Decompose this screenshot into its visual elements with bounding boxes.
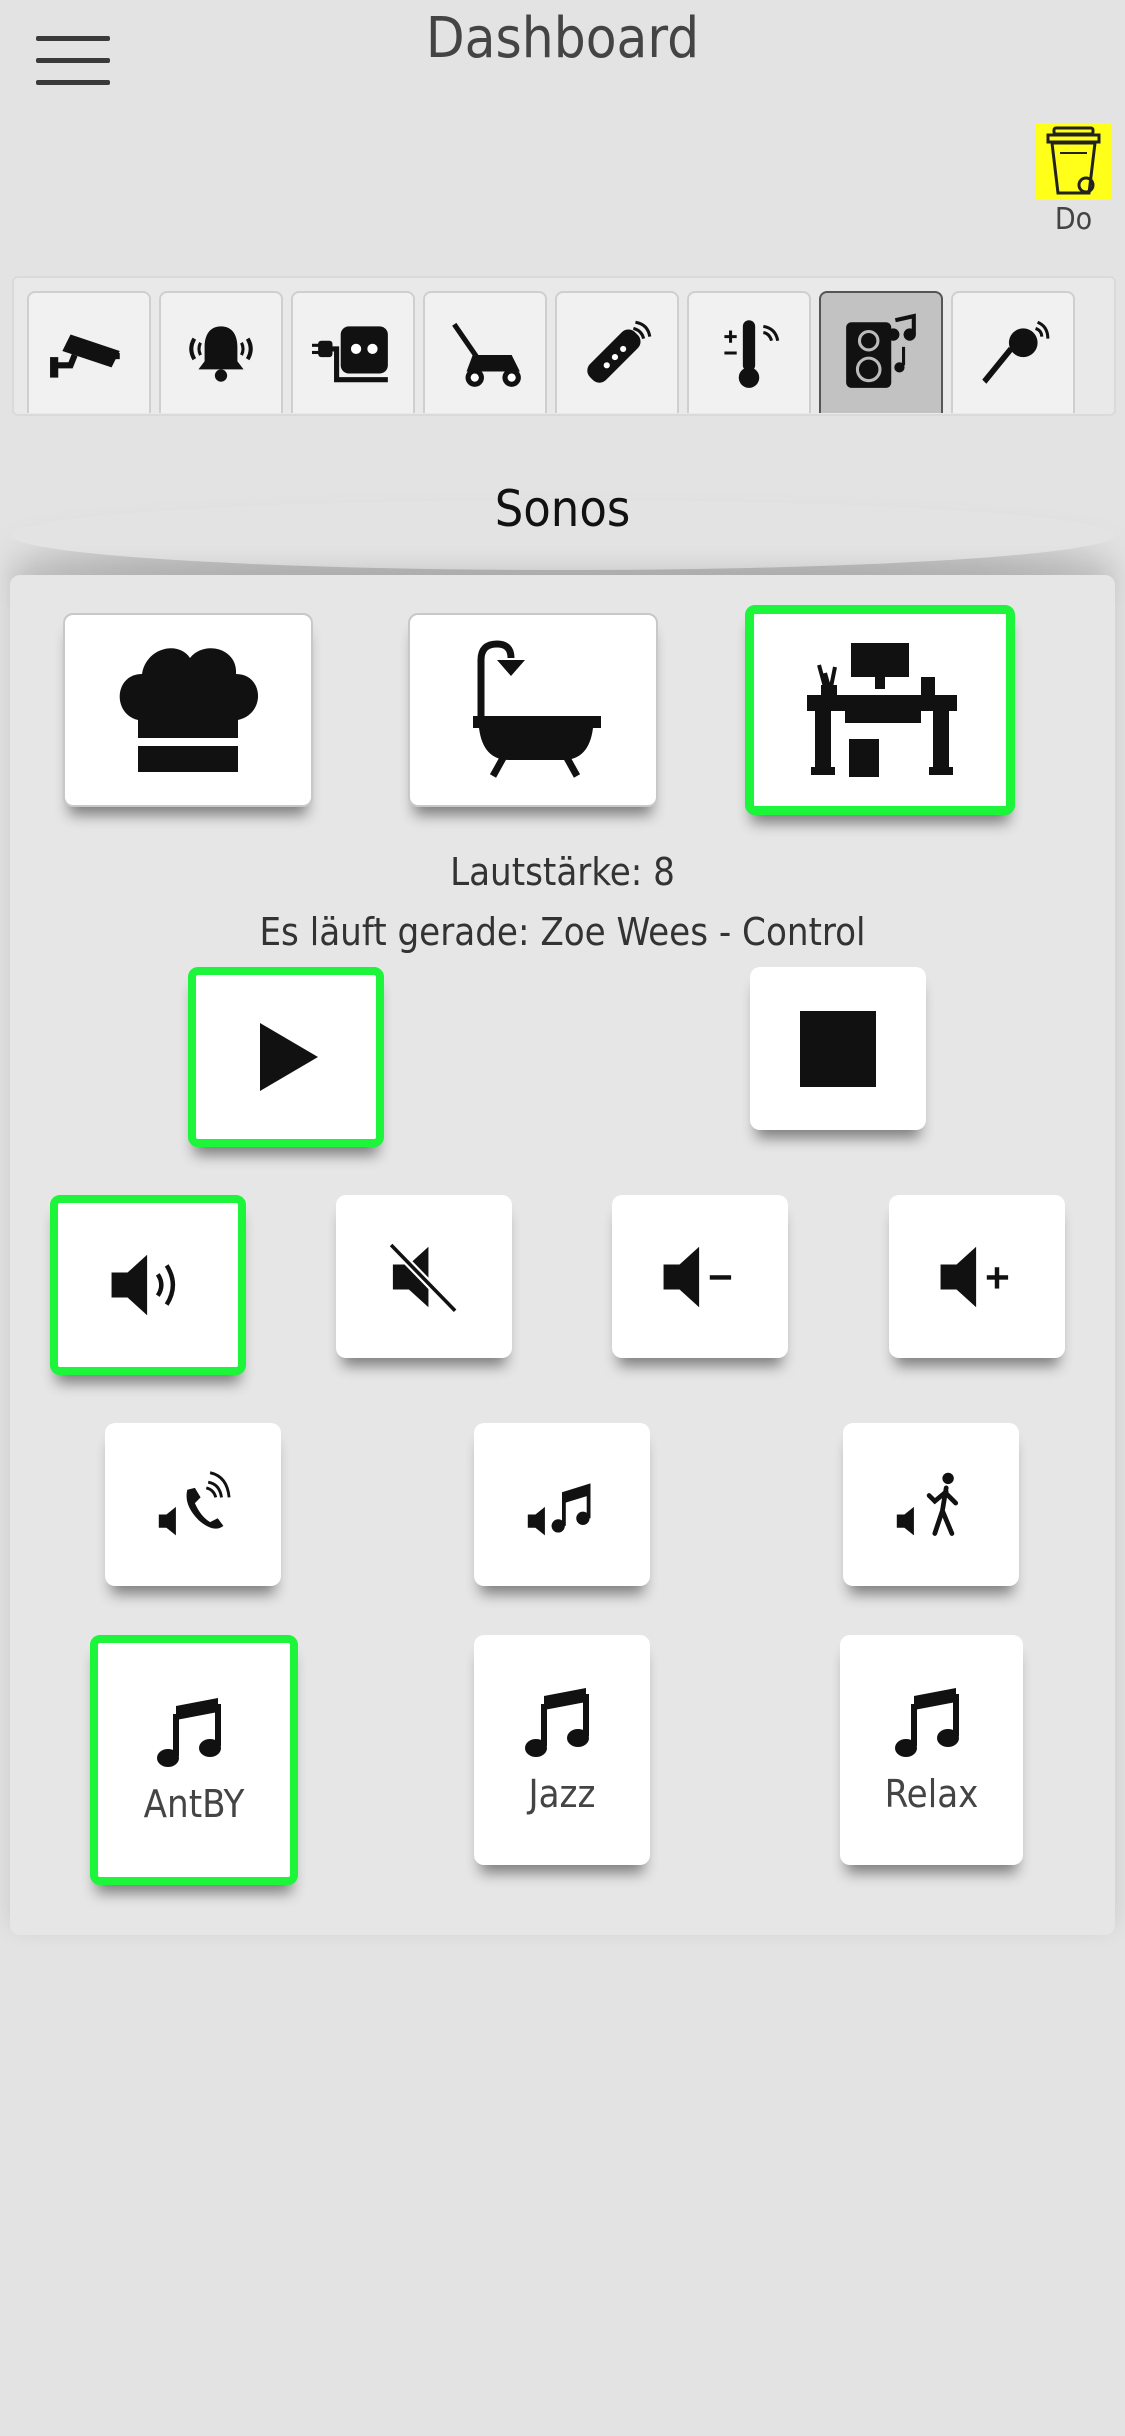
tab-microphone[interactable]: [951, 291, 1075, 413]
music-note-icon: [157, 1698, 221, 1767]
alarm-bell-icon: [189, 326, 253, 382]
lawn-mower-icon: [452, 322, 521, 387]
room-bathroom-button[interactable]: [408, 613, 658, 807]
room-kitchen-button[interactable]: [63, 613, 313, 807]
volume-mute-icon: [388, 1241, 458, 1313]
playlist-label: Relax: [884, 1772, 979, 1816]
tab-remote[interactable]: [555, 291, 679, 413]
speaker-music-icon: [846, 313, 916, 388]
room-office-button[interactable]: [745, 605, 1015, 815]
source-singer-button[interactable]: [843, 1423, 1019, 1586]
wireless-thermometer-icon: [724, 320, 780, 388]
playlist-antby-button[interactable]: AntBY: [90, 1635, 298, 1885]
volume-on-button[interactable]: [50, 1195, 246, 1375]
source-music-button[interactable]: [474, 1423, 650, 1586]
source-phone-button[interactable]: [105, 1423, 281, 1586]
remote-control-icon: [587, 320, 652, 383]
microphone-icon: [982, 320, 1050, 384]
play-icon: [260, 1023, 318, 1091]
section-title: Sonos: [494, 480, 631, 538]
playlist-relax-button[interactable]: Relax: [840, 1635, 1023, 1865]
tab-camera[interactable]: [27, 291, 151, 413]
device-tab-bar: [12, 276, 1116, 416]
volume-up-button[interactable]: [889, 1195, 1065, 1358]
playlist-label: AntBY: [143, 1782, 245, 1826]
mute-button[interactable]: [336, 1195, 512, 1358]
tab-mower[interactable]: [423, 291, 547, 413]
music-audio-icon: [527, 1482, 591, 1535]
trash-bin-icon[interactable]: [1036, 123, 1111, 200]
volume-up-icon: [940, 1246, 1009, 1307]
power-socket-icon: [312, 326, 388, 383]
page-title: Dashboard: [425, 6, 700, 71]
tab-thermometer[interactable]: [687, 291, 811, 413]
playlist-jazz-button[interactable]: Jazz: [474, 1635, 650, 1865]
volume-down-icon: [663, 1246, 732, 1307]
play-button[interactable]: [188, 967, 384, 1147]
trash-day-label: Do: [1054, 202, 1093, 237]
tab-speaker[interactable]: [819, 291, 943, 413]
tab-alarm[interactable]: [159, 291, 283, 413]
music-note-icon: [894, 1688, 959, 1757]
music-note-icon: [525, 1688, 589, 1757]
office-desk-icon: [807, 643, 957, 777]
chef-hat-icon: [119, 648, 259, 772]
singer-audio-icon: [896, 1472, 959, 1536]
bathtub-icon: [473, 640, 601, 778]
tab-socket[interactable]: [291, 291, 415, 413]
stop-button[interactable]: [750, 967, 926, 1130]
playlist-label: Jazz: [528, 1772, 596, 1816]
volume-on-icon: [111, 1254, 176, 1316]
volume-down-button[interactable]: [612, 1195, 788, 1358]
now-playing-status: Es läuft gerade: Zoe Wees - Control: [259, 910, 866, 954]
security-camera-icon: [50, 334, 120, 378]
volume-status: Lautstärke: 8: [450, 850, 675, 894]
stop-icon: [800, 1010, 876, 1087]
phone-audio-icon: [158, 1470, 231, 1535]
